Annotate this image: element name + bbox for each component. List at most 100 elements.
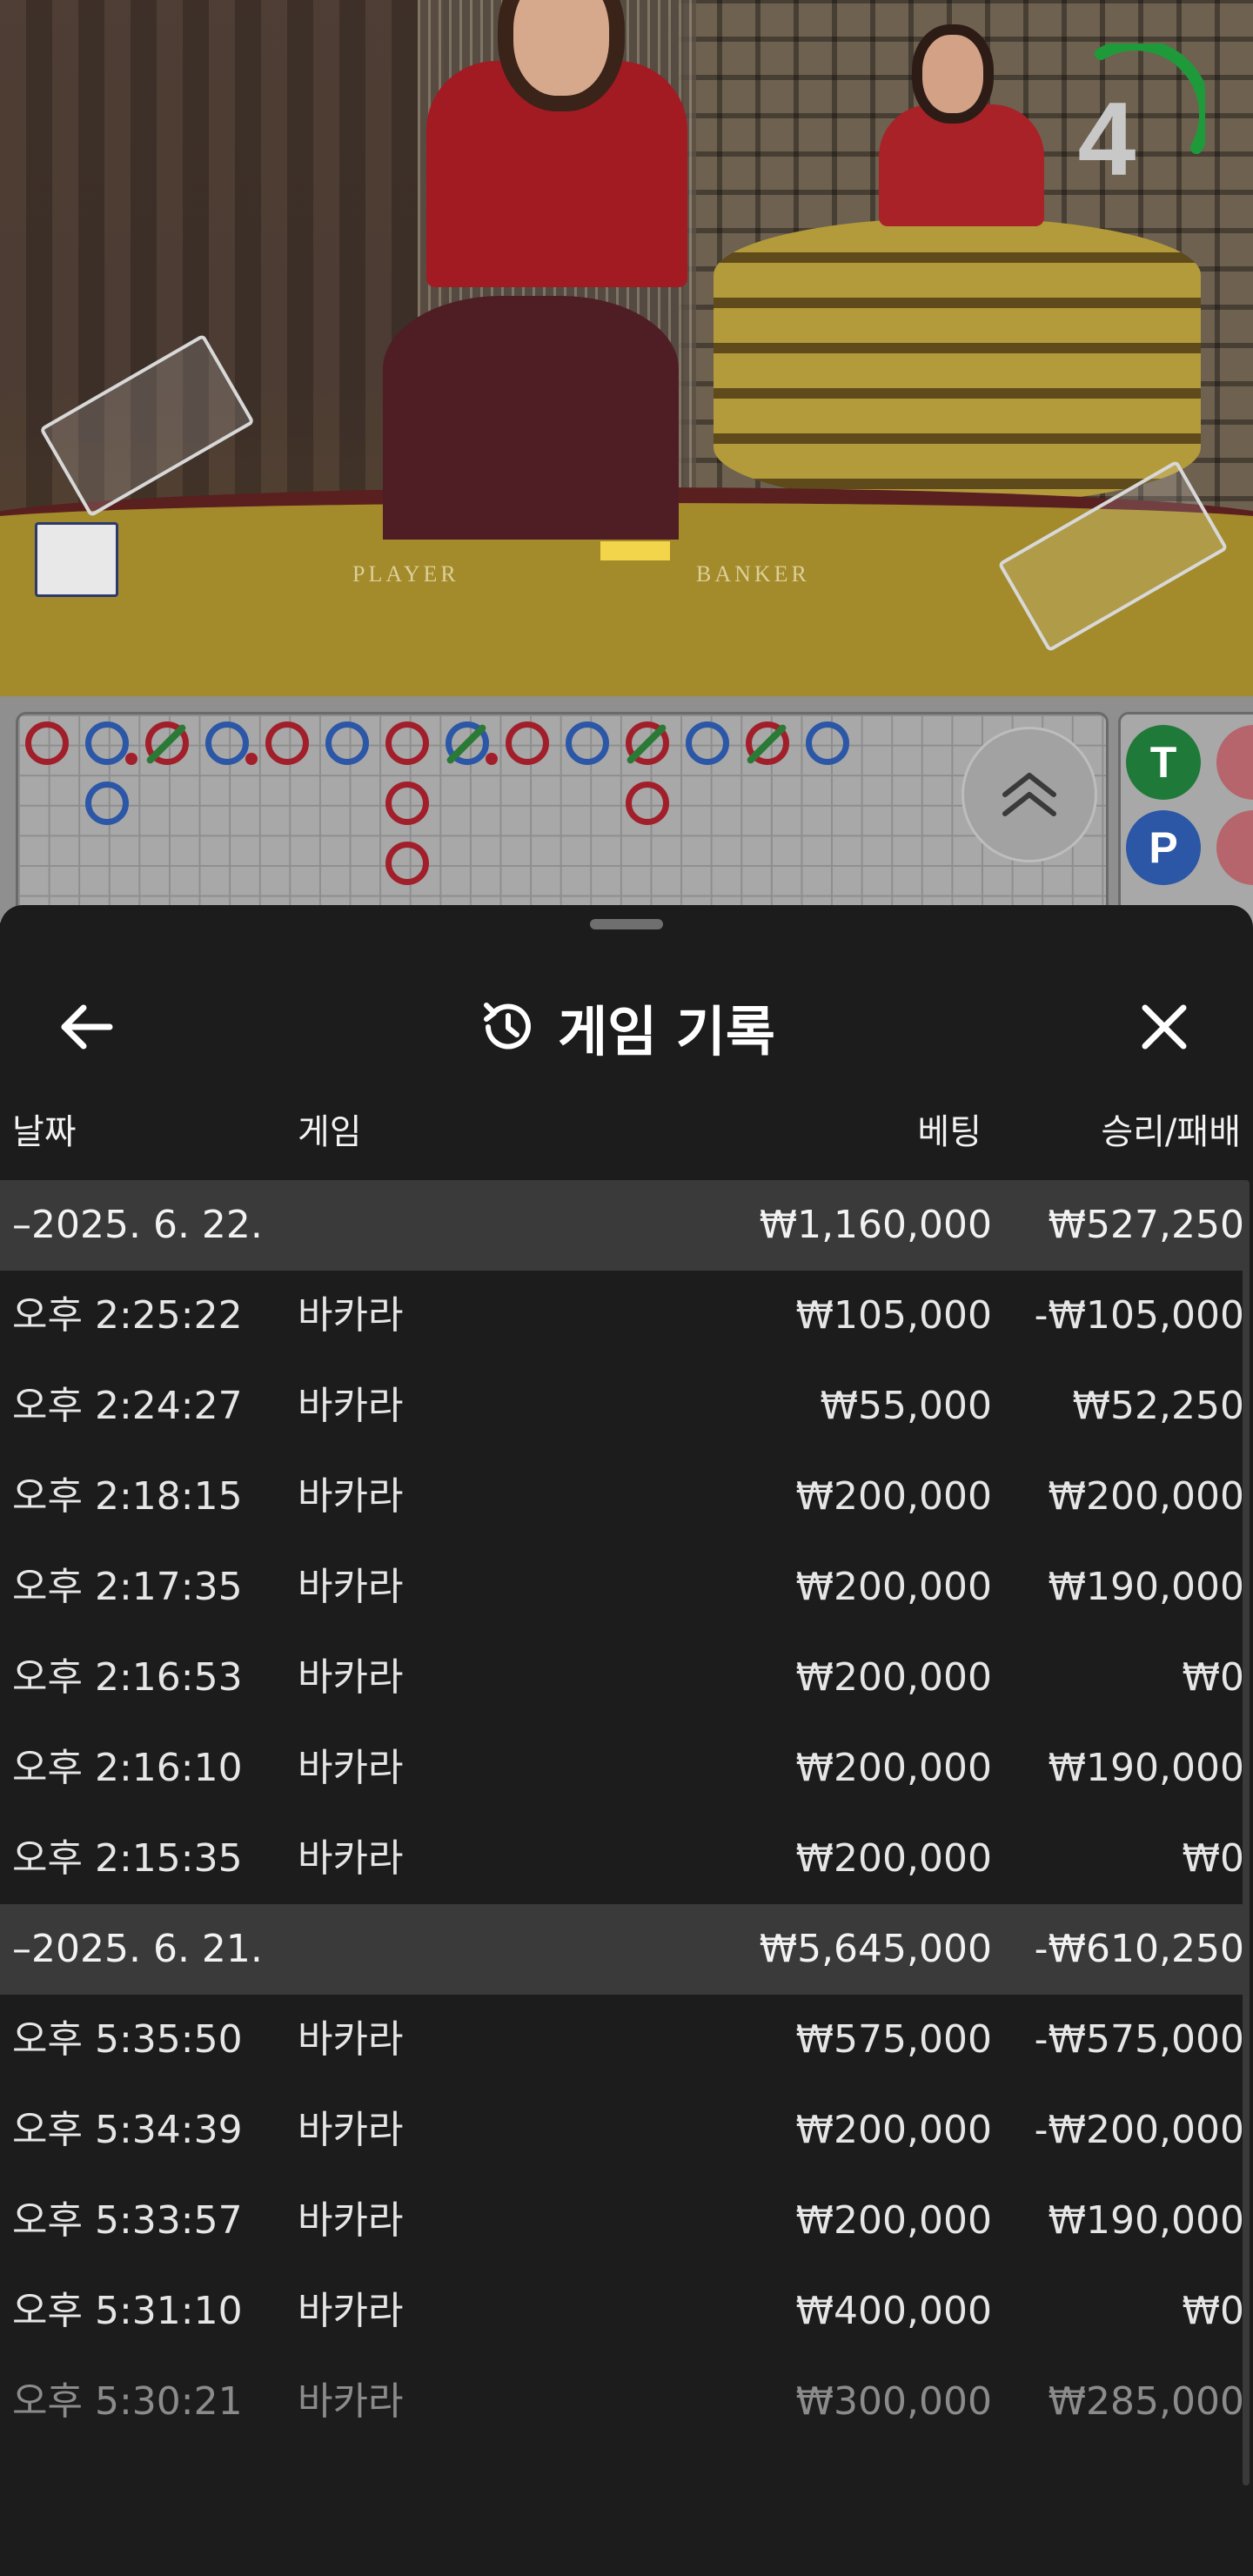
row-game: 바카라	[298, 1293, 404, 1338]
card-deck	[35, 522, 118, 597]
row-game: 바카라	[298, 2108, 404, 2152]
history-row[interactable]: 오후 5:30:21 바카라 ₩300,000 ₩285,000	[0, 2357, 1244, 2447]
side-table	[714, 218, 1201, 505]
row-result: ₩190,000	[1048, 1746, 1244, 1790]
banker-bead	[385, 721, 429, 765]
banker-bead	[626, 782, 669, 825]
group-bet-total: ₩5,645,000	[759, 1927, 992, 1971]
history-row[interactable]: 오후 5:34:39 바카라 ₩200,000 -₩200,000	[0, 2085, 1244, 2176]
row-bet: ₩200,000	[795, 2108, 992, 2152]
history-icon	[484, 1003, 532, 1050]
row-result: ₩285,000	[1048, 2379, 1244, 2424]
history-row[interactable]: 오후 2:24:27 바카라 ₩55,000 ₩52,250	[0, 1361, 1244, 1452]
pair-dot	[486, 753, 498, 765]
drag-handle[interactable]	[590, 919, 663, 929]
row-game: 바카라	[298, 2017, 404, 2062]
player-bead	[566, 721, 609, 765]
row-time: 오후 2:15:35	[12, 1836, 243, 1881]
history-list[interactable]: –2025. 6. 22. ₩1,160,000 ₩527,250 오후 2:2…	[0, 1180, 1244, 2447]
group-result-total: ₩527,250	[1048, 1203, 1244, 1247]
row-time: 오후 5:31:10	[12, 2289, 243, 2333]
row-game: 바카라	[298, 2379, 404, 2424]
history-row[interactable]: 오후 5:35:50 바카라 ₩575,000 -₩575,000	[0, 1995, 1244, 2085]
history-row[interactable]: 오후 2:16:53 바카라 ₩200,000 ₩0	[0, 1633, 1244, 1723]
player-bead	[686, 721, 729, 765]
history-row[interactable]: 오후 5:31:10 바카라 ₩400,000 ₩0	[0, 2266, 1244, 2357]
row-result: ₩0	[1182, 1655, 1245, 1700]
history-row[interactable]: 오후 2:15:35 바카라 ₩200,000 ₩0	[0, 1814, 1244, 1904]
row-game: 바카라	[298, 1836, 404, 1881]
history-row[interactable]: 오후 2:17:35 바카라 ₩200,000 ₩190,000	[0, 1542, 1244, 1633]
row-bet: ₩300,000	[795, 2379, 992, 2424]
row-result: ₩190,000	[1048, 2198, 1244, 2243]
chair	[383, 296, 679, 540]
date-group-header[interactable]: –2025. 6. 21. ₩5,645,000 -₩610,250	[0, 1904, 1244, 1995]
player-bead	[325, 721, 369, 765]
sheet-title: 게임 기록	[558, 1000, 775, 1063]
row-time: 오후 2:25:22	[12, 1293, 243, 1338]
row-bet: ₩200,000	[795, 2198, 992, 2243]
column-result: 승리/패배	[1101, 1112, 1241, 1152]
row-result: -₩575,000	[1034, 2017, 1244, 2062]
player-felt-label: PLAYER	[352, 561, 459, 587]
row-time: 오후 2:18:15	[12, 1474, 243, 1519]
banker-pair-badge	[1216, 810, 1253, 885]
background-dealer	[861, 26, 1062, 226]
history-row[interactable]: 오후 5:33:57 바카라 ₩200,000 ₩190,000	[0, 2176, 1244, 2266]
row-time: 오후 5:34:39	[12, 2108, 243, 2152]
cut-card	[600, 541, 670, 560]
row-time: 오후 2:16:10	[12, 1746, 243, 1790]
banker-bead	[385, 782, 429, 825]
countdown-number: 4	[1077, 81, 1136, 198]
banker-felt-label: BANKER	[696, 561, 810, 587]
row-bet: ₩200,000	[795, 1746, 992, 1790]
row-time: 오후 2:16:53	[12, 1655, 243, 1700]
row-result: ₩200,000	[1048, 1474, 1244, 1519]
row-game: 바카라	[298, 2198, 404, 2243]
row-game: 바카라	[298, 2289, 404, 2333]
row-time: 오후 2:17:35	[12, 1565, 243, 1609]
row-bet: ₩575,000	[795, 2017, 992, 2062]
row-game: 바카라	[298, 1565, 404, 1609]
row-result: ₩0	[1182, 2289, 1245, 2333]
row-time: 오후 5:30:21	[12, 2379, 243, 2424]
banker-count-badge	[1216, 725, 1253, 800]
game-history-sheet: 게임 기록 날짜 게임 베팅 승리/패배 –2025. 6. 22. ₩1,16…	[0, 905, 1253, 2576]
row-game: 바카라	[298, 1384, 404, 1428]
player-bead	[205, 721, 249, 765]
close-button[interactable]	[1129, 992, 1199, 1062]
row-result: ₩0	[1182, 1836, 1245, 1881]
live-dealer-video: PLAYER BANKER 4	[0, 0, 1253, 696]
row-bet: ₩55,000	[820, 1384, 992, 1428]
player-bead	[85, 782, 129, 825]
row-bet: ₩105,000	[795, 1293, 992, 1338]
row-result: -₩105,000	[1034, 1293, 1244, 1338]
pair-dot	[245, 753, 258, 765]
history-row[interactable]: 오후 2:16:10 바카라 ₩200,000 ₩190,000	[0, 1723, 1244, 1814]
history-row[interactable]: 오후 2:25:22 바카라 ₩105,000 -₩105,000	[0, 1271, 1244, 1361]
collapse-roadmap-button[interactable]	[962, 727, 1097, 862]
chevron-double-up-icon	[1002, 773, 1056, 816]
history-row[interactable]: 오후 2:18:15 바카라 ₩200,000 ₩200,000	[0, 1452, 1244, 1542]
banker-bead	[385, 842, 429, 885]
close-icon	[1142, 1004, 1187, 1050]
player-bead	[806, 721, 849, 765]
row-game: 바카라	[298, 1474, 404, 1519]
date-group-header[interactable]: –2025. 6. 22. ₩1,160,000 ₩527,250	[0, 1180, 1244, 1271]
row-time: 오후 5:33:57	[12, 2198, 243, 2243]
group-date: –2025. 6. 22.	[12, 1203, 263, 1247]
player-bead	[85, 721, 129, 765]
tie-count-badge: T	[1126, 725, 1201, 800]
row-bet: ₩200,000	[795, 1565, 992, 1609]
row-bet: ₩200,000	[795, 1655, 992, 1700]
column-bet: 베팅	[917, 1112, 982, 1152]
history-scrollbar[interactable]	[1243, 1180, 1250, 2485]
column-date: 날짜	[12, 1112, 77, 1152]
row-result: -₩200,000	[1034, 2108, 1244, 2152]
row-bet: ₩200,000	[795, 1474, 992, 1519]
banker-bead	[506, 721, 549, 765]
banker-bead	[265, 721, 309, 765]
row-time: 오후 5:35:50	[12, 2017, 243, 2062]
row-result: ₩52,250	[1072, 1384, 1244, 1428]
sheet-header: 게임 기록	[0, 957, 1253, 1114]
